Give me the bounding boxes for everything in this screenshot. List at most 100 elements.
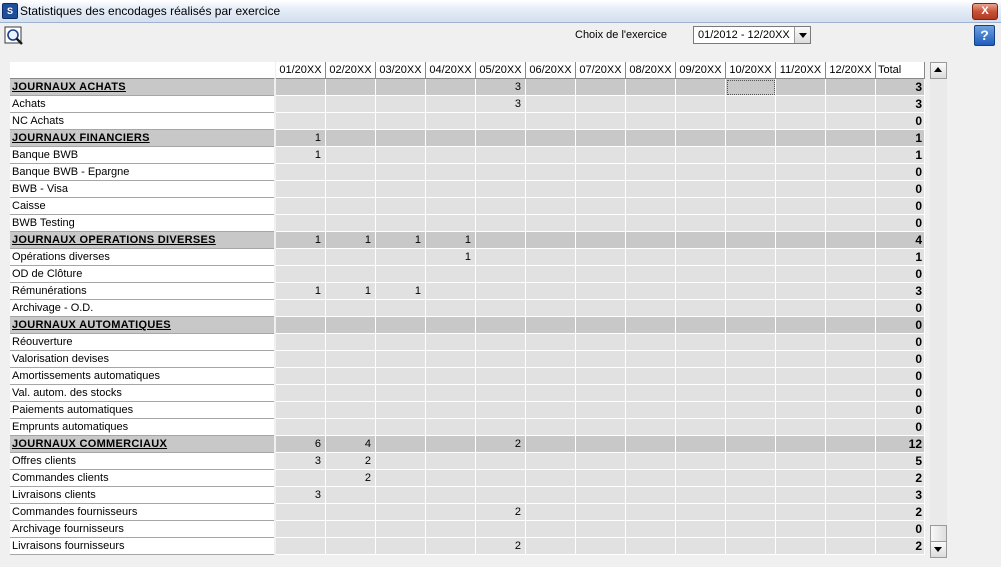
- value-cell[interactable]: [576, 385, 626, 402]
- value-cell[interactable]: [426, 470, 476, 487]
- value-cell[interactable]: [476, 130, 526, 147]
- value-cell[interactable]: [476, 198, 526, 215]
- value-cell[interactable]: [826, 470, 876, 487]
- value-cell[interactable]: 2: [476, 504, 526, 521]
- value-cell[interactable]: [326, 266, 376, 283]
- value-cell[interactable]: [776, 164, 826, 181]
- value-cell[interactable]: [676, 232, 726, 249]
- table-row[interactable]: Banque BWB - Epargne 0: [10, 164, 925, 181]
- value-cell[interactable]: [576, 79, 626, 96]
- value-cell[interactable]: [676, 317, 726, 334]
- value-cell[interactable]: [426, 453, 476, 470]
- table-row[interactable]: Amortissements automatiques 0: [10, 368, 925, 385]
- value-cell[interactable]: [826, 300, 876, 317]
- value-cell[interactable]: [776, 181, 826, 198]
- value-cell[interactable]: [776, 215, 826, 232]
- value-cell[interactable]: [776, 79, 826, 96]
- value-cell[interactable]: [276, 470, 326, 487]
- group-row[interactable]: JOURNAUX COMMERCIAUX 6 4 2 12: [10, 436, 925, 453]
- value-cell[interactable]: [276, 368, 326, 385]
- value-cell[interactable]: [426, 317, 476, 334]
- value-cell[interactable]: [726, 96, 776, 113]
- value-cell[interactable]: 3: [276, 487, 326, 504]
- value-cell[interactable]: [526, 334, 576, 351]
- value-cell[interactable]: [626, 96, 676, 113]
- value-cell[interactable]: [476, 113, 526, 130]
- value-cell[interactable]: [726, 487, 776, 504]
- value-cell[interactable]: [476, 266, 526, 283]
- value-cell[interactable]: [376, 368, 426, 385]
- value-cell[interactable]: [376, 402, 426, 419]
- value-cell[interactable]: [676, 164, 726, 181]
- value-cell[interactable]: [626, 521, 676, 538]
- value-cell[interactable]: [526, 470, 576, 487]
- value-cell[interactable]: [776, 249, 826, 266]
- value-cell[interactable]: [276, 249, 326, 266]
- value-cell[interactable]: [376, 453, 426, 470]
- close-button[interactable]: X: [972, 3, 998, 20]
- value-cell[interactable]: [376, 538, 426, 555]
- value-cell[interactable]: 3: [276, 453, 326, 470]
- value-cell[interactable]: [726, 232, 776, 249]
- value-cell[interactable]: [776, 470, 826, 487]
- value-cell[interactable]: [526, 504, 576, 521]
- value-cell[interactable]: 1: [326, 283, 376, 300]
- value-cell[interactable]: [426, 385, 476, 402]
- value-cell[interactable]: [726, 402, 776, 419]
- value-cell[interactable]: [326, 164, 376, 181]
- value-cell[interactable]: [576, 300, 626, 317]
- value-cell[interactable]: [276, 198, 326, 215]
- group-row[interactable]: JOURNAUX OPERATIONS DIVERSES 1 1 1 1 4: [10, 232, 925, 249]
- value-cell[interactable]: [826, 334, 876, 351]
- value-cell[interactable]: [326, 538, 376, 555]
- value-cell[interactable]: [376, 147, 426, 164]
- value-cell[interactable]: [776, 385, 826, 402]
- value-cell[interactable]: [326, 79, 376, 96]
- value-cell[interactable]: [676, 351, 726, 368]
- value-cell[interactable]: [426, 487, 476, 504]
- value-cell[interactable]: [576, 266, 626, 283]
- value-cell[interactable]: [276, 164, 326, 181]
- value-cell[interactable]: [776, 368, 826, 385]
- value-cell[interactable]: [376, 334, 426, 351]
- value-cell[interactable]: [376, 181, 426, 198]
- value-cell[interactable]: [326, 351, 376, 368]
- table-row[interactable]: Val. autom. des stocks 0: [10, 385, 925, 402]
- value-cell[interactable]: [726, 368, 776, 385]
- value-cell[interactable]: [526, 113, 576, 130]
- value-cell[interactable]: 2: [476, 538, 526, 555]
- value-cell[interactable]: [776, 334, 826, 351]
- value-cell[interactable]: [476, 317, 526, 334]
- value-cell[interactable]: [526, 96, 576, 113]
- value-cell[interactable]: [826, 215, 876, 232]
- value-cell[interactable]: [576, 402, 626, 419]
- value-cell[interactable]: [726, 215, 776, 232]
- value-cell[interactable]: [426, 215, 476, 232]
- value-cell[interactable]: [726, 130, 776, 147]
- value-cell[interactable]: [626, 232, 676, 249]
- value-cell[interactable]: [726, 521, 776, 538]
- value-cell[interactable]: [426, 283, 476, 300]
- value-cell[interactable]: [276, 113, 326, 130]
- value-cell[interactable]: [426, 130, 476, 147]
- value-cell[interactable]: [776, 504, 826, 521]
- value-cell[interactable]: [776, 232, 826, 249]
- value-cell[interactable]: [426, 164, 476, 181]
- value-cell[interactable]: [726, 283, 776, 300]
- value-cell[interactable]: [376, 504, 426, 521]
- value-cell[interactable]: [526, 538, 576, 555]
- value-cell[interactable]: [626, 504, 676, 521]
- value-cell[interactable]: [376, 198, 426, 215]
- group-row[interactable]: JOURNAUX ACHATS 3 3: [10, 79, 925, 96]
- value-cell[interactable]: [626, 164, 676, 181]
- value-cell[interactable]: [526, 521, 576, 538]
- value-cell[interactable]: [826, 266, 876, 283]
- value-cell[interactable]: [576, 198, 626, 215]
- value-cell[interactable]: [726, 317, 776, 334]
- value-cell[interactable]: [826, 232, 876, 249]
- value-cell[interactable]: [676, 198, 726, 215]
- value-cell[interactable]: [426, 96, 476, 113]
- value-cell[interactable]: [526, 283, 576, 300]
- value-cell[interactable]: [376, 130, 426, 147]
- value-cell[interactable]: [276, 334, 326, 351]
